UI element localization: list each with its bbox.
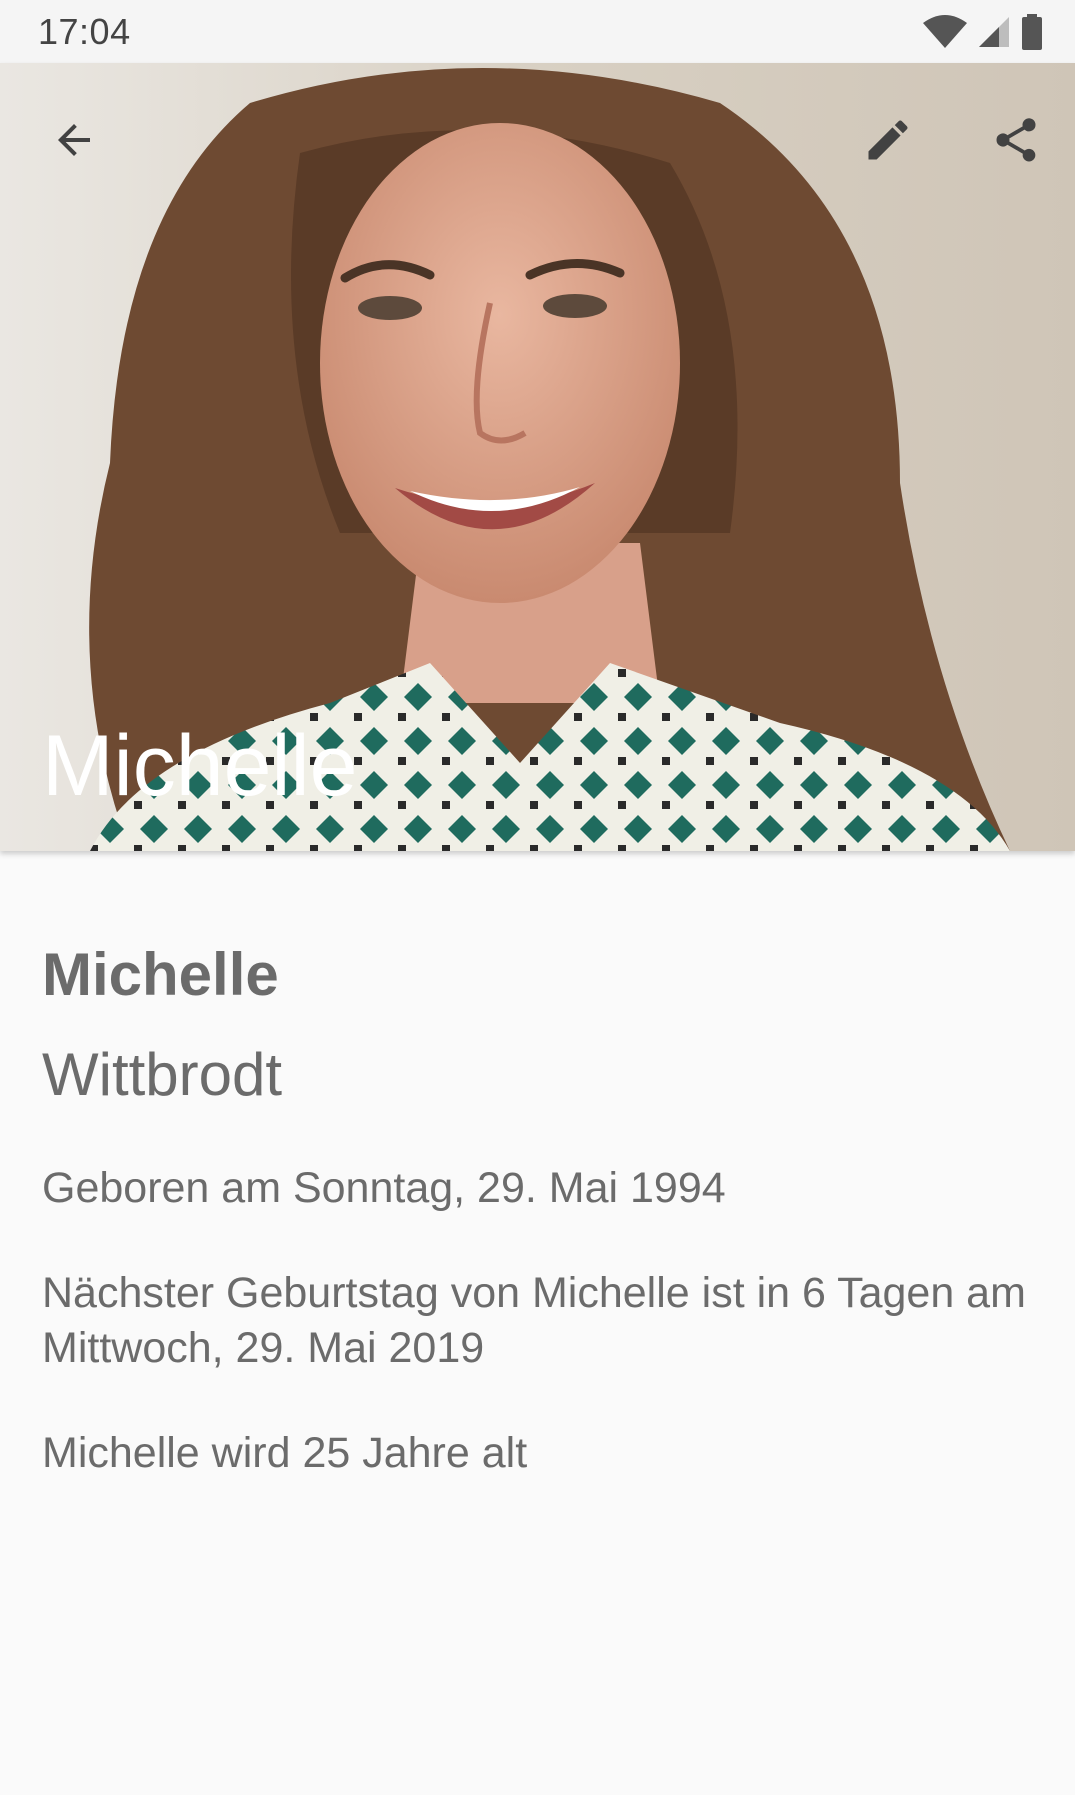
next-birthday-text: Nächster Geburtstag von Michelle ist in … <box>42 1269 1026 1372</box>
back-button[interactable] <box>42 108 106 172</box>
first-name: Michelle <box>42 941 279 1008</box>
arrow-back-icon <box>58 124 90 156</box>
battery-icon <box>1022 13 1042 50</box>
wifi-icon <box>923 14 967 48</box>
header-title: Michelle <box>42 718 358 814</box>
status-icons <box>923 13 1043 50</box>
age-text: Michelle wird 25 Jahre alt <box>42 1429 528 1477</box>
status-time: 17:04 <box>38 10 131 52</box>
person-details: Michelle Wittbrodt Geboren am Sonntag, 2… <box>42 945 1032 1481</box>
birth-date-text: Geboren am Sonntag, 29. Mai 1994 <box>42 1164 726 1212</box>
pencil-edit-icon <box>868 120 908 160</box>
edit-button[interactable] <box>856 108 920 172</box>
status-bar: 17:04 <box>0 0 1075 63</box>
share-icon <box>996 118 1036 162</box>
cell-signal-icon <box>979 16 1009 47</box>
last-name: Wittbrodt <box>42 1041 283 1108</box>
profile-header: Michelle <box>0 63 1075 851</box>
share-button[interactable] <box>984 108 1048 172</box>
